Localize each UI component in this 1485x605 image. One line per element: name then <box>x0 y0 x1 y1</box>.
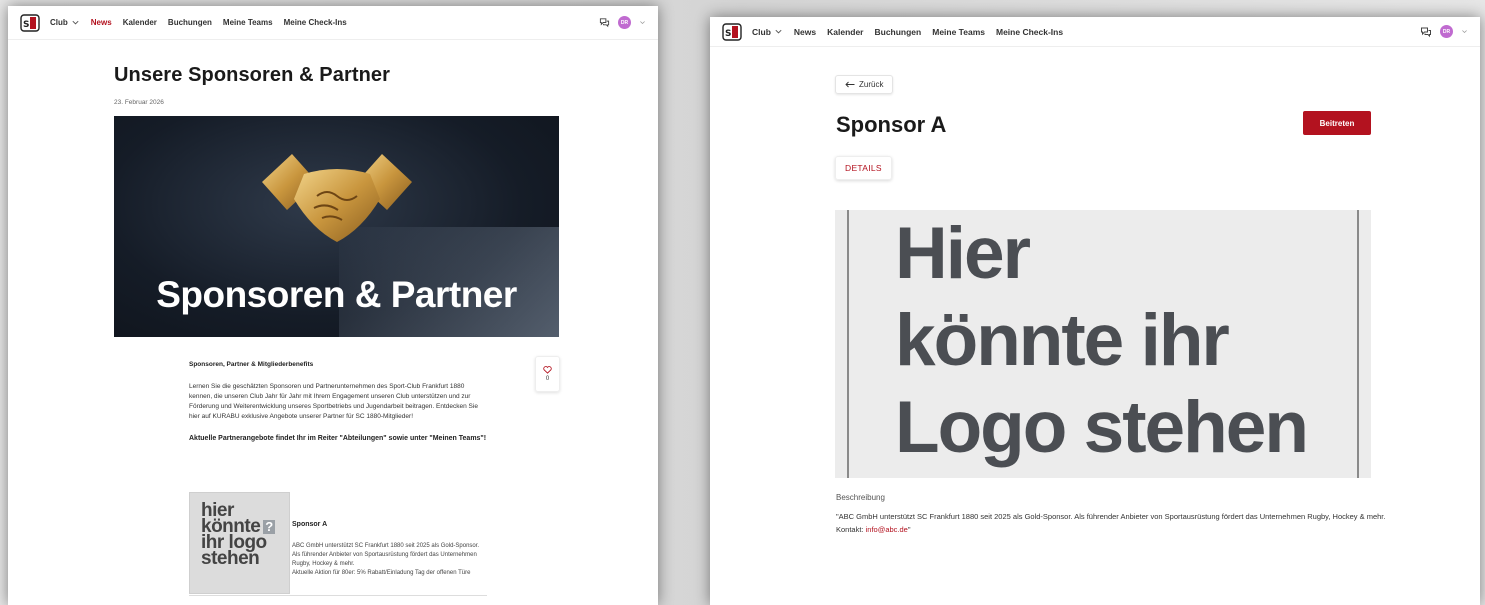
top-nav: S Club News Kalender Buchungen Meine Tea… <box>8 6 658 40</box>
description-body: "ABC GmbH unterstützt SC Frankfurt 1880 … <box>836 512 1386 534</box>
logo-placeholder-text: Hier könnte ihr Logo stehen <box>895 210 1309 471</box>
description-end: " <box>907 525 911 534</box>
nav-news[interactable]: News <box>794 27 816 37</box>
nav-news[interactable]: News <box>91 18 112 27</box>
article-heading: Sponsoren, Partner & Mitgliederbenefits <box>189 361 314 368</box>
nav-club-label: Club <box>50 18 68 27</box>
hero-title: Sponsoren & Partner <box>156 274 517 315</box>
logo-line-1: Hier <box>895 213 1031 294</box>
nav-meine-check-ins[interactable]: Meine Check-Ins <box>284 18 347 27</box>
nav-buchungen[interactable]: Buchungen <box>168 18 212 27</box>
contact-email-link[interactable]: info@abc.de <box>866 525 908 534</box>
chevron-down-icon[interactable] <box>639 19 646 26</box>
nav-club-label: Club <box>752 26 771 37</box>
frame-line-right <box>1357 210 1359 478</box>
avatar[interactable]: DR <box>618 16 631 29</box>
sponsor-logo-image: Hier könnte ihr Logo stehen <box>835 210 1371 478</box>
arrow-left-icon <box>845 81 855 88</box>
news-article-window: S Club News Kalender Buchungen Meine Tea… <box>8 6 658 605</box>
page-title: Sponsor A <box>836 112 947 137</box>
avatar[interactable]: DR <box>1440 25 1453 38</box>
back-button[interactable]: Zurück <box>835 75 894 94</box>
article-header: Unsere Sponsoren & Partner 23. Februar 2… <box>114 64 559 106</box>
article-paragraph: Lernen Sie die geschätzten Sponsoren und… <box>189 383 478 420</box>
description-label: Beschreibung <box>836 493 885 502</box>
placeholder-line-4: stehen <box>201 548 260 569</box>
nav-kalender[interactable]: Kalender <box>123 18 157 27</box>
article-date: 23. Februar 2026 <box>114 99 164 106</box>
sponsor-card-description: ABC GmbH unterstützt SC Frankfurt 1880 s… <box>292 543 480 567</box>
sponsor-detail-window: S Club News Kalender Buchungen Meine Tea… <box>710 17 1480 605</box>
nav-buchungen[interactable]: Buchungen <box>874 27 921 37</box>
nav-meine-teams[interactable]: Meine Teams <box>223 18 273 27</box>
chat-icon[interactable] <box>1420 26 1432 38</box>
nav-meine-teams[interactable]: Meine Teams <box>932 27 985 37</box>
nav-kalender[interactable]: Kalender <box>827 27 863 37</box>
logo-line-2: könnte ihr <box>895 300 1230 381</box>
like-button[interactable]: 0 <box>535 356 560 392</box>
top-nav: S Club News Kalender Buchungen Meine Tea… <box>710 17 1480 47</box>
club-logo[interactable]: S <box>20 13 40 32</box>
sponsor-card-title[interactable]: Sponsor A <box>292 521 327 528</box>
handshake-icon <box>262 154 412 242</box>
description-text: "ABC GmbH unterstützt SC Frankfurt 1880 … <box>836 510 1396 536</box>
sponsor-card-offer: Aktuelle Aktion für 80er: 5% Rabatt/Einl… <box>292 570 471 576</box>
svg-text:S: S <box>725 29 731 39</box>
sponsor-card-text: ABC GmbH unterstützt SC Frankfurt 1880 s… <box>292 542 487 578</box>
club-logo[interactable]: S <box>722 22 742 41</box>
frame-line-left <box>847 210 849 478</box>
back-label: Zurück <box>859 80 884 89</box>
heart-icon <box>543 366 552 374</box>
svg-text:S: S <box>23 20 29 30</box>
page-title: Unsere Sponsoren & Partner <box>114 64 391 86</box>
sponsor-logo-placeholder: hier könnte? ihr logo stehen <box>189 492 290 594</box>
topbar-actions: DR <box>599 16 646 29</box>
like-count: 0 <box>545 376 550 382</box>
nav-club[interactable]: Club <box>752 27 783 37</box>
chat-icon[interactable] <box>599 17 610 28</box>
article-body: Sponsoren, Partner & Mitgliederbenefits … <box>189 360 489 444</box>
sponsor-card[interactable]: hier könnte? ihr logo stehen Sponsor A A… <box>189 492 487 596</box>
join-button[interactable]: Beitreten <box>1303 111 1371 135</box>
nav-meine-check-ins[interactable]: Meine Check-Ins <box>996 27 1063 37</box>
logo-line-3: Logo stehen <box>895 387 1309 468</box>
chevron-down-icon[interactable] <box>1461 28 1468 35</box>
nav-club[interactable]: Club <box>50 18 80 27</box>
chevron-down-icon <box>775 29 782 34</box>
article-subheading: Aktuelle Partnerangebote findet Ihr im R… <box>189 435 487 442</box>
chevron-down-icon <box>72 20 79 25</box>
desktop-stage: S Club News Kalender Buchungen Meine Tea… <box>0 0 1485 605</box>
tab-details[interactable]: DETAILS <box>835 156 892 180</box>
topbar-actions: DR <box>1420 25 1468 38</box>
hero-image: Sponsoren & Partner <box>114 116 559 337</box>
